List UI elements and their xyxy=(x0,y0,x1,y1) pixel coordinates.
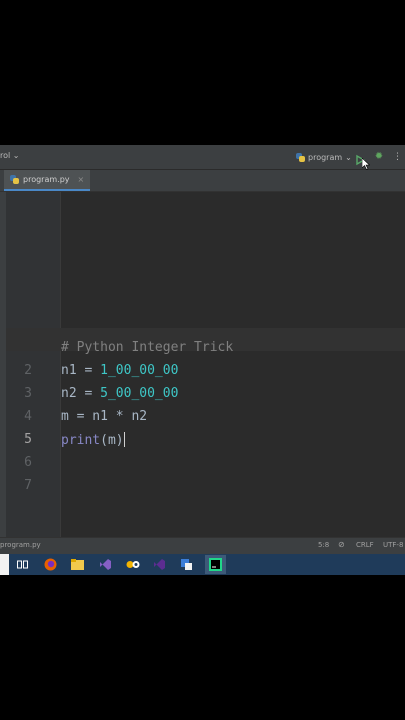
code-line-4: m = n1 * n2 xyxy=(61,409,147,424)
tab-program-py[interactable]: program.py × xyxy=(4,170,91,191)
debug-button[interactable]: ✹ xyxy=(373,151,385,163)
line-number-gutter: 1 2 3 4 5 6 7 xyxy=(6,192,61,537)
status-bar: program.py 5:8 ⊘ CRLF UTF-8 xyxy=(0,537,405,554)
app-icon[interactable] xyxy=(125,557,140,572)
lock-icon[interactable]: ⊘ xyxy=(338,540,345,549)
bug-icon: ✹ xyxy=(374,151,384,162)
file-explorer-icon[interactable] xyxy=(70,557,85,572)
code-line-5: print(m) xyxy=(61,432,125,448)
vcs-label: rol xyxy=(0,151,11,160)
number-literal: 5_00_00_00 xyxy=(100,386,179,401)
firefox-icon[interactable] xyxy=(43,557,58,572)
task-view-icon[interactable] xyxy=(15,557,30,572)
line-number: 7 xyxy=(24,478,32,493)
pycharm-icon[interactable] xyxy=(205,555,226,574)
line-number: 2 xyxy=(24,363,32,378)
chevron-down-icon: ⌄ xyxy=(345,152,352,162)
comment-text: # Python Integer Trick xyxy=(61,340,234,355)
start-area[interactable] xyxy=(0,554,9,575)
line-number: 6 xyxy=(24,455,32,470)
status-file-name[interactable]: program.py xyxy=(0,541,41,549)
tab-label: program.py xyxy=(23,175,70,184)
line-number: 3 xyxy=(24,386,32,401)
code-text: n2 = xyxy=(61,386,101,401)
chevron-down-icon: ⌄ xyxy=(12,151,20,160)
line-number: 4 xyxy=(24,409,32,424)
app-icon[interactable] xyxy=(179,557,194,572)
close-icon[interactable]: × xyxy=(78,175,85,184)
python-icon xyxy=(296,152,305,162)
code-line-1: # Python Integer Trick xyxy=(61,340,233,355)
number-literal: 1_00_00_00 xyxy=(100,363,179,378)
run-config-label: program xyxy=(308,152,343,162)
run-configuration-selector[interactable]: program ⌄ xyxy=(296,150,352,164)
text-caret xyxy=(123,432,125,447)
code-text: m = n1 * n2 xyxy=(61,409,148,424)
line-number-current: 5 xyxy=(24,432,32,447)
windows-taskbar xyxy=(0,554,405,575)
code-line-3: n2 = 5_00_00_00 xyxy=(61,386,178,401)
code-editor[interactable]: # Python Integer Trick n1 = 1_00_00_00 n… xyxy=(6,192,405,537)
file-encoding[interactable]: UTF-8 xyxy=(383,541,403,549)
cursor-position[interactable]: 5:8 xyxy=(318,541,329,549)
vcs-menu[interactable]: rol ⌄ xyxy=(0,151,19,160)
editor-tab-bar: program.py × xyxy=(0,170,405,192)
code-text: (m) xyxy=(100,433,124,448)
code-line-2: n1 = 1_00_00_00 xyxy=(61,363,178,378)
line-ending[interactable]: CRLF xyxy=(356,541,374,549)
more-actions-button[interactable]: ⋮ xyxy=(393,151,403,163)
mouse-cursor-icon xyxy=(361,155,371,170)
more-icon: ⋮ xyxy=(393,152,402,162)
top-toolbar: rol ⌄ program ⌄ ✹ ⋮ xyxy=(0,145,405,170)
builtin-function: print xyxy=(61,433,101,448)
visual-studio-icon[interactable] xyxy=(98,557,113,572)
ide-window: rol ⌄ program ⌄ ✹ ⋮ program.py × 1 2 3 4… xyxy=(0,145,405,575)
python-file-icon xyxy=(10,175,19,184)
visual-studio-icon[interactable] xyxy=(152,557,167,572)
code-text: n1 = xyxy=(61,363,101,378)
